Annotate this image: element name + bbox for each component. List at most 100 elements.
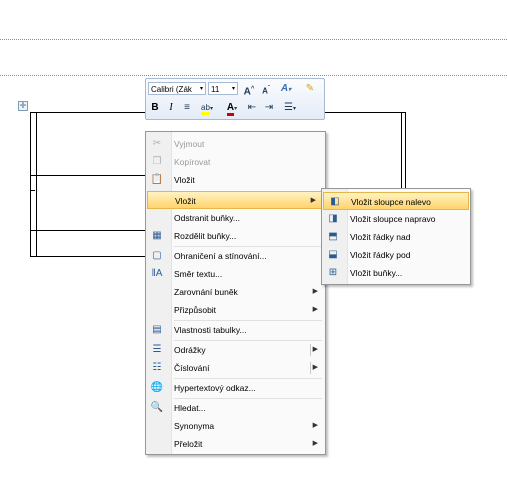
menu-item-label: Přizpůsobit [174,305,217,315]
increase-indent-button[interactable]: ⇥ [262,101,276,115]
italic-button[interactable]: I [165,101,177,115]
menu-item-cell-alignment[interactable]: Zarovnání buněk ▶ [146,283,325,301]
menu-item-insert[interactable]: Vložit ▶ [147,191,324,209]
submenu-item-insert-cells[interactable]: ⊞ Vložit buňky... [322,264,470,282]
page-margin-line [0,75,507,76]
table-row-line [30,175,145,176]
menu-item-label: Vložit sloupce nalevo [351,197,431,207]
chevron-right-icon[interactable]: ▶ [313,359,318,377]
format-painter-icon: ✎ [305,83,315,94]
italic-icon: I [169,102,173,113]
hyperlink-icon: 🌐 [150,382,164,393]
increase-indent-icon: ⇥ [264,102,274,113]
text-direction-icon: ‖A [151,268,163,279]
insert-column-left-icon: ◧ [330,196,340,207]
menu-item-label: Vložit [174,175,195,185]
menu-item-label: Vložit buňky... [350,268,403,278]
table-move-handle[interactable]: ✛ [18,101,28,111]
submenu-item-insert-rows-above[interactable]: ⬒ Vložit řádky nad [322,228,470,246]
menu-item-bullets[interactable]: ☰ Odrážky ▶ [146,341,325,359]
align-center-icon: ≡ [184,102,190,113]
submenu-item-insert-rows-below[interactable]: ⬓ Vložit řádky pod [322,246,470,264]
insert-row-above-icon: ⬒ [328,231,338,242]
menu-item-label: Přeložit [174,439,203,449]
context-menu: ✂ Vyjmout ❐ Kopírovat 📋 Vložit Vložit ▶ … [145,131,326,455]
chevron-right-icon[interactable]: ▶ [313,341,318,359]
font-color-button[interactable]: A▾ [222,101,242,116]
split-divider [310,362,311,374]
search-icon: 🔍 [150,402,164,413]
menu-item-borders[interactable]: ▢ Ohraničení a stínování... [146,247,325,265]
menu-item-paste[interactable]: 📋 Vložit [146,171,325,189]
chevron-right-icon: ▶ [312,288,318,295]
submenu-item-insert-columns-left[interactable]: ◧ Vložit sloupce nalevo [323,192,469,210]
insert-cells-icon: ⊞ [328,267,338,278]
scissors-icon: ✂ [152,138,162,149]
menu-item-label: Vložit [175,196,196,206]
bold-icon: B [151,102,159,113]
font-size-value: 11 [211,85,220,94]
format-painter-button[interactable]: ✎ [302,82,318,96]
menu-item-label: Číslování [174,363,210,373]
chevron-down-icon: ▾ [199,86,203,92]
bold-button[interactable]: B [149,101,161,115]
table-border-left-inner [36,112,37,257]
split-divider [310,344,311,356]
bullets-button[interactable]: ☰▾ [280,101,300,115]
shrink-font-button[interactable]: Aˇ [259,82,273,96]
menu-item-text-direction[interactable]: ‖A Směr textu... [146,265,325,283]
highlight-button[interactable]: ab▾ [196,101,218,115]
numbering-icon: ☷ [152,362,162,373]
font-name-value: Calibri (Zák [151,85,192,94]
chevron-right-icon: ▶ [312,440,318,447]
copy-icon: ❐ [152,156,162,167]
menu-item-label: Vložit sloupce napravo [350,214,436,224]
menu-item-hyperlink[interactable]: 🌐 Hypertextový odkaz... [146,379,325,397]
grow-font-button[interactable]: A^ [242,82,256,97]
decrease-indent-icon: ⇤ [247,102,257,113]
menu-item-label: Vlastnosti tabulky... [174,325,247,335]
menu-item-delete-cells[interactable]: Odstranit buňky... [146,209,325,227]
menu-item-label: Vyjmout [174,139,205,149]
table-properties-icon: ▤ [152,324,162,335]
menu-item-split-cells[interactable]: ▦ Rozdělit buňky... [146,227,325,245]
menu-item-autofit[interactable]: Přizpůsobit ▶ [146,301,325,319]
chevron-down-icon: ▾ [231,86,235,92]
chevron-right-icon: ▶ [312,306,318,313]
menu-item-label: Kopírovat [174,157,211,167]
menu-item-copy[interactable]: ❐ Kopírovat [146,153,325,171]
decrease-indent-button[interactable]: ⇤ [245,101,259,115]
borders-icon: ▢ [152,250,162,261]
menu-item-label: Synonyma [174,421,215,431]
menu-item-table-properties[interactable]: ▤ Vlastnosti tabulky... [146,321,325,339]
menu-item-label: Směr textu... [174,269,223,279]
insert-row-below-icon: ⬓ [328,249,338,260]
menu-item-translate[interactable]: Přeložit ▶ [146,435,325,453]
page-margin-top [0,39,507,40]
menu-item-label: Vložit řádky pod [350,250,411,260]
menu-item-label: Hypertextový odkaz... [174,383,256,393]
menu-item-label: Ohraničení a stínování... [174,251,267,261]
menu-item-label: Odrážky [174,345,206,355]
menu-item-synonyms[interactable]: Synonyma ▶ [146,417,325,435]
table-row-line [30,230,145,231]
font-name-field[interactable]: Calibri (Zák ▾ [148,82,206,95]
insert-submenu: ◧ Vložit sloupce nalevo ◨ Vložit sloupce… [321,188,471,285]
chevron-right-icon: ▶ [312,422,318,429]
font-size-field[interactable]: 11 ▾ [208,82,238,95]
bullet-list-icon: ☰ [284,102,293,113]
menu-item-search[interactable]: 🔍 Hledat... [146,399,325,417]
chevron-right-icon: ▶ [310,197,316,204]
table-row-line [30,190,35,191]
mini-toolbar: Calibri (Zák ▾ 11 ▾ A^ Aˇ A▾ ✎ B I ≡ ab▾… [145,78,325,120]
submenu-item-insert-columns-right[interactable]: ◨ Vložit sloupce napravo [322,210,470,228]
menu-item-numbering[interactable]: ☷ Číslování ▶ [146,359,325,377]
menu-item-label: Zarovnání buněk [174,287,238,297]
center-align-button[interactable]: ≡ [181,101,193,115]
table-border-bottom [30,256,145,257]
menu-item-label: Odstranit buňky... [174,213,240,223]
highlighter-icon: ab [201,103,210,115]
insert-column-right-icon: ◨ [328,213,338,224]
styles-button[interactable]: A▾ [277,82,295,96]
menu-item-cut[interactable]: ✂ Vyjmout [146,135,325,153]
